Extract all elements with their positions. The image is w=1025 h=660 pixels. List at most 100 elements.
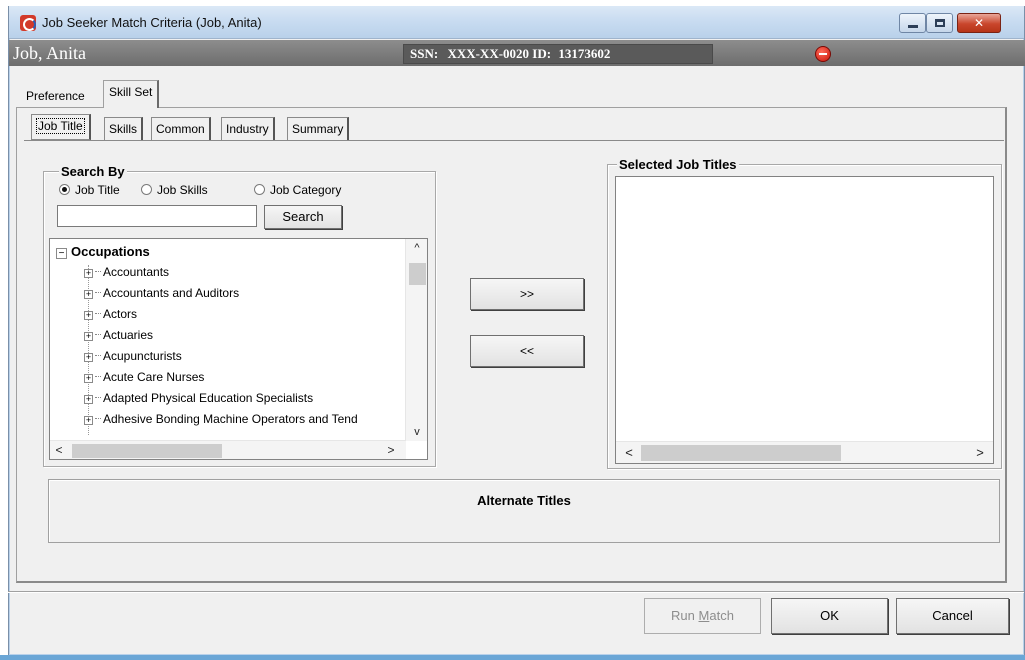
- maximize-button[interactable]: [926, 13, 953, 33]
- tree-item-label: Acute Care Nurses: [103, 370, 205, 384]
- radio-circle: [59, 184, 70, 195]
- tree-item-label: Accountants and Auditors: [103, 286, 240, 300]
- tree-item[interactable]: + Actuaries: [84, 326, 153, 347]
- tree-dots: [95, 355, 101, 356]
- minimize-button[interactable]: [899, 13, 926, 33]
- selected-job-titles-legend: Selected Job Titles: [617, 157, 739, 172]
- run-match-prefix: Run: [671, 608, 699, 623]
- tab-summary[interactable]: Summary: [287, 117, 350, 141]
- expand-icon[interactable]: +: [84, 269, 93, 278]
- radio-job-skills[interactable]: Job Skills: [141, 183, 208, 197]
- expand-icon[interactable]: +: [84, 374, 93, 383]
- radio-label: Job Title: [75, 183, 120, 197]
- tree-dots: [95, 334, 101, 335]
- tree-item-label: Actors: [103, 307, 138, 321]
- scroll-right-icon[interactable]: >: [382, 441, 400, 459]
- radio-label: Job Skills: [157, 183, 208, 197]
- scroll-thumb[interactable]: [641, 445, 841, 461]
- tree-dots: [95, 292, 101, 293]
- seeker-header: Job, Anita SSN: XXX-XX-0020 ID: 13173602: [9, 40, 1025, 66]
- stop-icon[interactable]: [815, 46, 831, 62]
- taskbar-edge: [0, 655, 1025, 660]
- scroll-left-icon[interactable]: <: [618, 442, 640, 463]
- occupations-tree[interactable]: − Occupations + Accountants + Accountants a…: [49, 238, 428, 460]
- app-icon: [20, 15, 36, 31]
- id-value: 13173602: [558, 46, 611, 61]
- footer-separator: [8, 591, 1024, 593]
- tab-divider: [24, 140, 1004, 141]
- run-match-suffix: atch: [709, 608, 734, 623]
- alternate-titles-label: Alternate Titles: [477, 493, 571, 508]
- tree-item[interactable]: + Adapted Physical Education Specialists: [84, 389, 313, 410]
- radio-circle: [254, 184, 265, 195]
- tree-dots: [95, 397, 101, 398]
- tree-item-label: Accountants: [103, 265, 170, 279]
- minimize-icon: [908, 25, 918, 28]
- search-button[interactable]: Search: [264, 205, 342, 229]
- tab-skills[interactable]: Skills: [104, 117, 144, 141]
- ssn-id-box: SSN: XXX-XX-0020 ID: 13173602: [403, 44, 713, 64]
- scroll-down-icon[interactable]: v: [406, 423, 427, 441]
- run-match-button[interactable]: Run Match: [644, 598, 761, 634]
- scroll-right-icon[interactable]: >: [969, 442, 991, 463]
- close-icon: ✕: [973, 16, 985, 30]
- tree-dots: [95, 271, 101, 272]
- tree-vertical-scrollbar[interactable]: ^ v: [405, 239, 427, 441]
- tree-item[interactable]: + Accountants: [84, 263, 169, 284]
- id-label: ID:: [532, 46, 552, 61]
- title-bar[interactable]: Job Seeker Match Criteria (Job, Anita) ✕: [9, 6, 1024, 39]
- tree-item[interactable]: + Accountants and Auditors: [84, 284, 239, 305]
- ssn-value: XXX-XX-0020: [447, 46, 530, 61]
- radio-circle: [141, 184, 152, 195]
- radio-label: Job Category: [270, 183, 342, 197]
- search-input[interactable]: [57, 205, 257, 227]
- add-job-title-button[interactable]: >>: [470, 278, 584, 310]
- tree-item[interactable]: + Actors: [84, 305, 137, 326]
- run-match-mnemonic: M: [698, 608, 710, 623]
- tab-industry[interactable]: Industry: [221, 117, 275, 141]
- collapse-icon[interactable]: −: [56, 248, 67, 259]
- expand-icon[interactable]: +: [84, 416, 93, 425]
- tree-item[interactable]: + Acute Care Nurses: [84, 368, 204, 389]
- expand-icon[interactable]: +: [84, 332, 93, 341]
- tree-item-label: Adapted Physical Education Specialists: [103, 391, 314, 405]
- window-title: Job Seeker Match Criteria (Job, Anita): [42, 15, 262, 30]
- tree-root-label: Occupations: [71, 244, 150, 259]
- tree-item-label: Actuaries: [103, 328, 154, 342]
- tab-preference[interactable]: Preference: [20, 84, 91, 108]
- tree-item[interactable]: + Adhesive Bonding Machine Operators and …: [84, 410, 358, 431]
- selected-horizontal-scrollbar[interactable]: < >: [616, 441, 993, 463]
- list-margin: [978, 177, 993, 441]
- alternate-titles-box: Alternate Titles: [48, 479, 1000, 543]
- radio-job-title[interactable]: Job Title: [59, 183, 120, 197]
- maximize-icon: [935, 19, 945, 27]
- tree-dots: [95, 418, 101, 419]
- scroll-thumb[interactable]: [409, 263, 426, 285]
- expand-icon[interactable]: +: [84, 311, 93, 320]
- tree-item-label: Acupuncturists: [103, 349, 182, 363]
- scroll-thumb[interactable]: [72, 444, 222, 458]
- tree-horizontal-scrollbar[interactable]: < >: [50, 440, 406, 459]
- ok-button[interactable]: OK: [771, 598, 888, 634]
- scroll-up-icon[interactable]: ^: [406, 239, 427, 257]
- tab-skill-set[interactable]: Skill Set: [103, 80, 160, 108]
- tree-item[interactable]: + Acupuncturists: [84, 347, 182, 368]
- tree-root-occupations[interactable]: − Occupations: [56, 244, 150, 259]
- close-button[interactable]: ✕: [957, 13, 1001, 33]
- tree-item-label: Adhesive Bonding Machine Operators and T…: [103, 412, 358, 426]
- tab-common[interactable]: Common: [151, 117, 211, 141]
- expand-icon[interactable]: +: [84, 290, 93, 299]
- person-name: Job, Anita: [13, 43, 87, 63]
- selected-job-titles-list[interactable]: < >: [615, 176, 994, 464]
- tab-job-title[interactable]: Job Title: [31, 114, 91, 140]
- expand-icon[interactable]: +: [84, 395, 93, 404]
- remove-job-title-button[interactable]: <<: [470, 335, 584, 367]
- cancel-button[interactable]: Cancel: [896, 598, 1009, 634]
- tree-dots: [95, 376, 101, 377]
- tab-job-title-label: Job Title: [36, 118, 85, 134]
- tree-dots: [95, 313, 101, 314]
- search-by-legend: Search By: [59, 164, 127, 179]
- expand-icon[interactable]: +: [84, 353, 93, 362]
- scroll-left-icon[interactable]: <: [50, 441, 68, 459]
- radio-job-category[interactable]: Job Category: [254, 183, 341, 197]
